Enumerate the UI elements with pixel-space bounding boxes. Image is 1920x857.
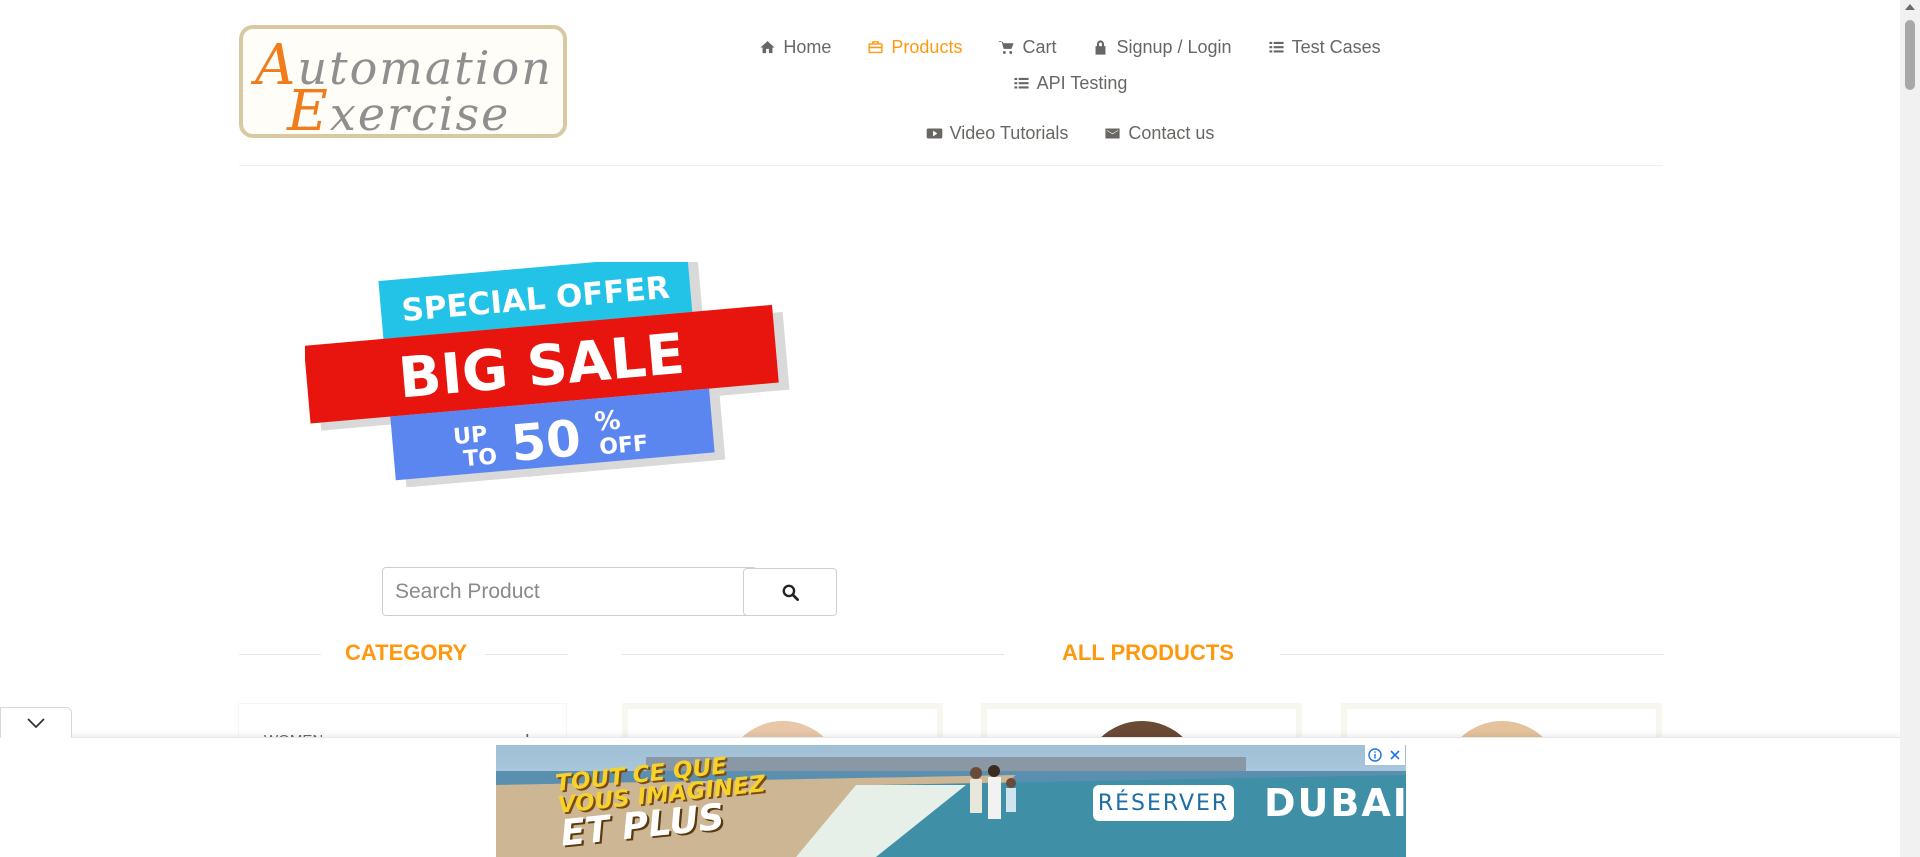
ad-close-icon[interactable] — [1385, 745, 1405, 765]
envelope-icon — [1105, 128, 1120, 138]
nav-contact-us[interactable]: Contact us — [1086, 122, 1232, 144]
nav-products[interactable]: Products — [849, 36, 980, 58]
ad-info-icon[interactable] — [1365, 745, 1385, 765]
page-scrollbar[interactable] — [1900, 0, 1920, 857]
category-title-rule-right — [485, 654, 567, 655]
header-divider — [239, 165, 1663, 166]
banner-to: TO — [462, 444, 498, 472]
lock-icon — [1096, 39, 1106, 55]
sale-banner: SPECIAL OFFER BIG SALE UP TO 50 % OFF — [305, 262, 790, 487]
nav-test-cases[interactable]: Test Cases — [1250, 36, 1399, 58]
site-logo[interactable]: Automation Exercise — [239, 25, 567, 144]
scrollbar-thumb[interactable] — [1905, 20, 1915, 90]
search-product-input[interactable] — [382, 567, 757, 616]
ad-banner[interactable]: TOUT CE QUE VOUS IMAGINEZ ET PLUS RÉSERV… — [496, 745, 1406, 857]
banner-percent: 50 — [509, 409, 583, 473]
ad-collapse-button[interactable] — [0, 707, 72, 738]
search-icon — [782, 584, 799, 601]
list-icon — [1014, 77, 1029, 88]
list-icon — [1268, 41, 1284, 52]
nav-api-testing[interactable]: API Testing — [995, 72, 1146, 94]
nav-cart[interactable]: Cart — [980, 36, 1074, 58]
products-title-rule-right — [1280, 654, 1663, 655]
logo-line-2: Exercise — [287, 79, 511, 144]
nav-home[interactable]: Home — [741, 36, 849, 58]
category-title-rule-left — [239, 654, 321, 655]
products-title-rule-left — [622, 654, 1004, 655]
nav-signup-login[interactable]: Signup / Login — [1074, 36, 1249, 58]
briefcase-icon — [868, 40, 883, 53]
scroll-up-arrow-icon[interactable] — [1905, 4, 1915, 10]
cart-icon — [999, 40, 1015, 54]
all-products-title: ALL PRODUCTS — [1062, 640, 1234, 665]
category-title: CATEGORY — [345, 640, 468, 665]
main-nav: Home Products Cart Signup / Login Test C… — [700, 36, 1440, 144]
ad-reserve-button[interactable]: RÉSERVER — [1093, 785, 1234, 821]
nav-video-tutorials[interactable]: Video Tutorials — [908, 122, 1087, 144]
banner-off: OFF — [598, 431, 649, 460]
youtube-icon — [926, 128, 942, 138]
home-icon — [760, 40, 775, 53]
ad-brand-logo: DUBAI — [1264, 781, 1406, 825]
chevron-down-icon — [27, 718, 45, 729]
search-button[interactable] — [743, 568, 837, 616]
